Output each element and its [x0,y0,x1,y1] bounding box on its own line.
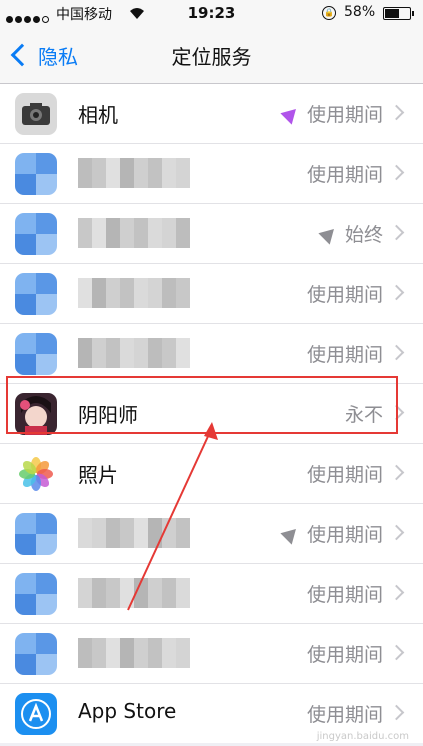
annotation-arrow [127,422,218,611]
watermark: jingyan.baidu.com [316,731,409,742]
